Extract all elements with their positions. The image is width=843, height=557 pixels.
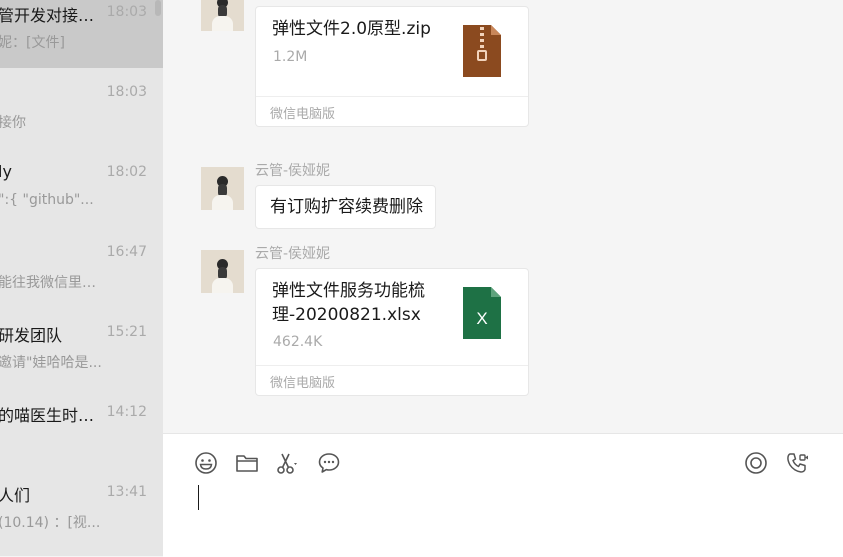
chat-bubble-icon[interactable] — [317, 451, 341, 475]
sender-name: 云管-侯娅妮 — [255, 246, 331, 262]
conversation-time: 18:03 — [106, 84, 147, 100]
file-source: 微信电脑版 — [270, 376, 336, 391]
sender-name: 云管-侯娅妮 — [255, 163, 331, 179]
conversation-item[interactable]: 管开发对接… 18:03 妮：[文件] — [0, 0, 163, 68]
message-bubble[interactable]: 有订购扩容续费删除 — [255, 185, 436, 229]
conversation-time: 18:02 — [106, 164, 147, 180]
conversation-time: 14:12 — [106, 404, 147, 420]
conversation-preview: 妮：[文件] — [0, 35, 65, 51]
live-icon[interactable] — [744, 451, 768, 475]
conversation-item[interactable]: 16:47 能往我微信里发... — [0, 228, 163, 308]
folder-icon[interactable] — [235, 451, 259, 475]
excel-letter: X — [476, 309, 487, 328]
conversation-name: 人们 — [0, 486, 31, 505]
zip-file-icon — [463, 25, 501, 77]
conversation-name: 研发团队 — [0, 326, 63, 345]
conversation-time: 13:41 — [106, 484, 147, 500]
conversation-list: 管开发对接… 18:03 妮：[文件] 18:03 接你 ly 18:02 ":… — [0, 0, 163, 556]
avatar[interactable] — [201, 0, 244, 31]
conversation-item[interactable]: 人们 13:41 (10.14) ：[视... — [0, 468, 163, 548]
conversation-preview: (10.14) ：[视... — [0, 515, 101, 531]
sidebar-scrollbar[interactable] — [155, 0, 161, 16]
conversation-preview: ":{ "github"... — [0, 192, 94, 208]
file-name: 弹性文件2.0原型.zip — [272, 19, 431, 39]
file-size: 1.2M — [273, 49, 308, 65]
file-source: 微信电脑版 — [270, 107, 336, 122]
conversation-time: 15:21 — [106, 324, 147, 340]
video-call-icon[interactable] — [785, 451, 809, 475]
conversation-preview: 能往我微信里发... — [0, 275, 108, 291]
file-name: 弹性文件服务功能梳理-20200821.xlsx — [272, 281, 425, 325]
conversation-preview: 邀请"娃哈哈是... — [0, 355, 102, 371]
file-card-xlsx[interactable]: 弹性文件服务功能梳理-20200821.xlsx 462.4K X 微信电脑版 — [255, 268, 529, 396]
avatar[interactable] — [201, 250, 244, 293]
conversation-name: ly — [0, 162, 12, 181]
conversation-name: 的喵医生时… — [0, 406, 95, 425]
text-caret — [198, 485, 199, 510]
file-card-footer: 微信电脑版 — [256, 96, 528, 126]
conversation-name: 管开发对接… — [0, 6, 95, 25]
chat-history: 弹性文件2.0原型.zip 1.2M 微信电脑版 云管-侯娅妮 有订购扩容续费删… — [163, 0, 843, 433]
conversation-item[interactable]: 18:03 接你 — [0, 68, 163, 148]
conversation-item[interactable]: 的喵医生时… 14:12 — [0, 388, 163, 468]
scissors-icon[interactable] — [275, 451, 299, 475]
avatar[interactable] — [201, 167, 244, 210]
file-card-footer: 微信电脑版 — [256, 365, 528, 395]
emoji-icon[interactable] — [194, 451, 218, 475]
message-input-area[interactable] — [163, 433, 843, 557]
conversation-time: 18:03 — [106, 4, 147, 20]
file-size: 462.4K — [273, 334, 323, 350]
conversation-item[interactable]: 研发团队 15:21 邀请"娃哈哈是... — [0, 308, 163, 388]
conversation-preview: 接你 — [0, 115, 26, 131]
excel-file-icon: X — [463, 287, 501, 339]
conversation-time: 16:47 — [106, 244, 147, 260]
conversation-item[interactable]: ly 18:02 ":{ "github"... — [0, 148, 163, 228]
file-card-zip[interactable]: 弹性文件2.0原型.zip 1.2M 微信电脑版 — [255, 6, 529, 127]
